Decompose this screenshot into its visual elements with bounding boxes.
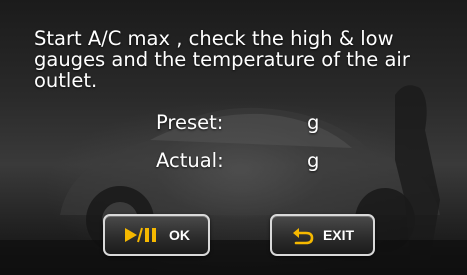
exit-button[interactable]: EXIT bbox=[270, 214, 375, 256]
preset-unit: g bbox=[307, 111, 320, 134]
instruction-message: Start A/C max , check the high & low gau… bbox=[34, 28, 454, 91]
actual-unit: g bbox=[307, 149, 320, 172]
actual-label: Actual: bbox=[156, 149, 224, 172]
return-arrow-icon bbox=[291, 225, 315, 245]
exit-button-label: EXIT bbox=[322, 227, 355, 243]
instruction-line-2: gauges and the temperature of the air bbox=[34, 48, 410, 71]
preset-label: Preset: bbox=[156, 111, 224, 134]
ok-button-label: OK bbox=[169, 227, 190, 243]
instruction-line-1: Start A/C max , check the high & low bbox=[34, 27, 394, 50]
ac-test-screen: Start A/C max , check the high & low gau… bbox=[0, 0, 467, 275]
play-pause-icon bbox=[123, 226, 161, 244]
instruction-line-3: outlet. bbox=[34, 69, 98, 92]
ok-button[interactable]: OK bbox=[103, 214, 210, 256]
